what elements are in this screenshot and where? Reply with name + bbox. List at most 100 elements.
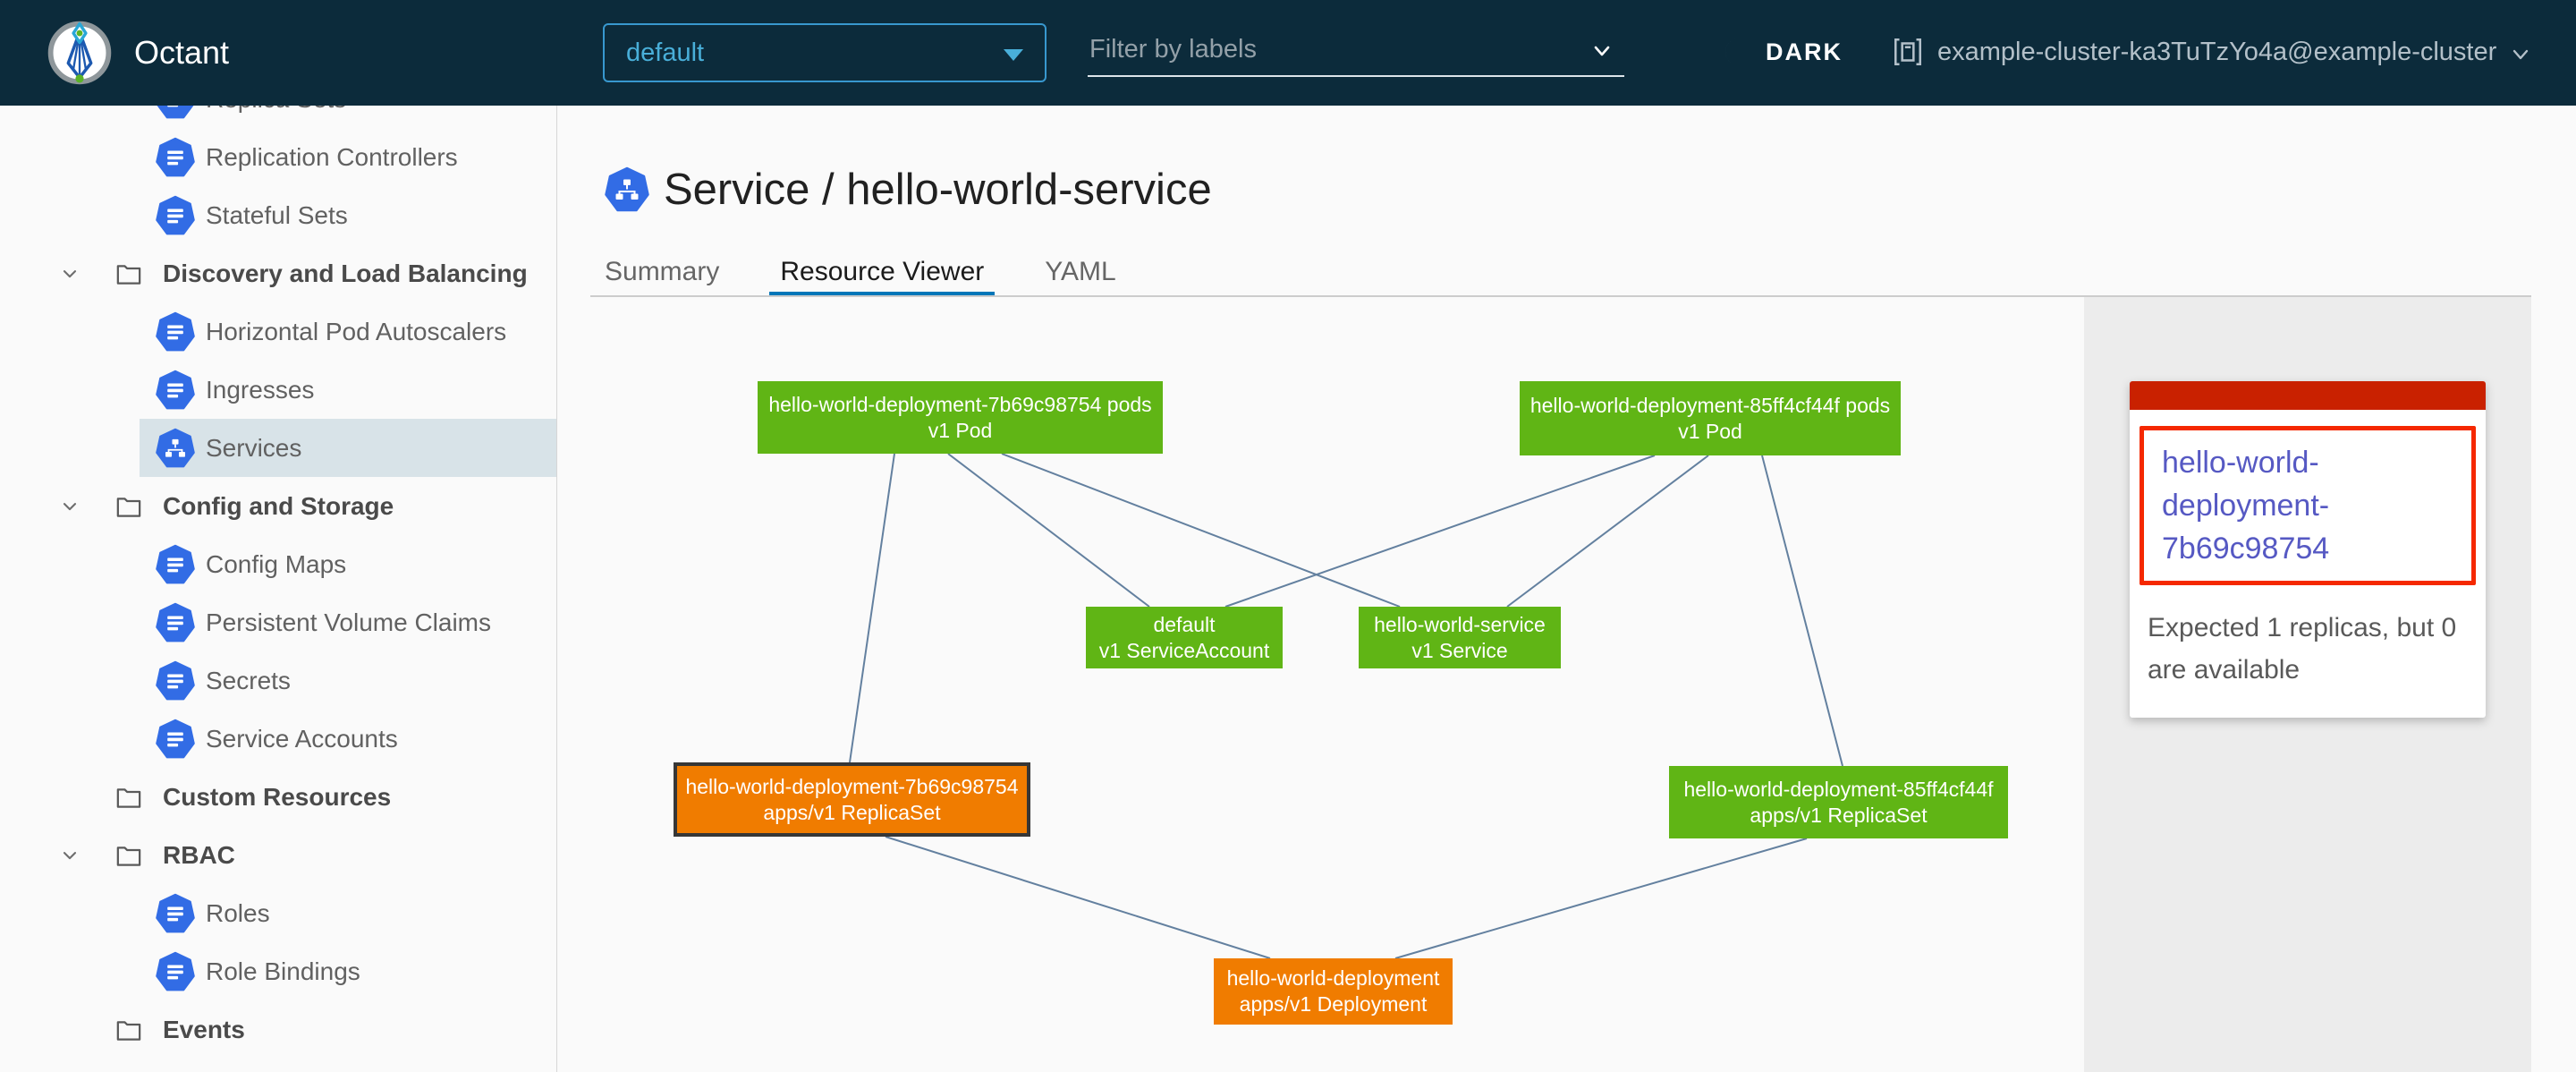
sidebar-group-label: RBAC [163,841,235,870]
secrets-icon [156,660,195,702]
node-title: hello-world-deployment [1214,966,1453,991]
replica-sets-icon [156,106,195,120]
sidebar-item-roles[interactable]: Roles [0,884,556,942]
sidebar-group-label: Discovery and Load Balancing [163,259,528,288]
roles-icon [156,893,195,934]
sidebar-item-persistent-volume-claims[interactable]: Persistent Volume Claims [0,593,556,651]
sidebar-nav-list: Replica Sets Replication Controllers State… [0,106,556,1059]
cluster-icon [1891,35,1925,69]
cluster-name: example-cluster-ka3TuTzYo4a@example-clus… [1937,38,2496,67]
sidebar-group-label: Events [163,1016,245,1044]
stateful-sets-icon [156,195,195,236]
sidebar-item-events[interactable]: Events [0,1000,556,1059]
chevron-down-icon [2509,43,2532,66]
navigation-sidebar: Replica Sets Replication Controllers State… [0,106,557,1072]
chevron-spacer [59,1019,80,1041]
caret-down-icon [1004,49,1023,61]
graph-edge [1395,838,1807,958]
chevron-down-icon[interactable] [59,263,80,285]
graph-edge [1762,455,1843,766]
sidebar-item-secrets[interactable]: Secrets [0,651,556,710]
folder-icon [114,842,143,869]
config-maps-icon [156,544,195,585]
node-subtitle: apps/v1 ReplicaSet [1669,803,2008,829]
graph-node-replicaset-7b69c98754[interactable]: hello-world-deployment-7b69c98754apps/v1… [674,762,1030,837]
graph-node-pod-7b69c98754[interactable]: hello-world-deployment-7b69c98754 podsv1… [758,381,1163,454]
sidebar-item-label: Stateful Sets [206,201,348,230]
sidebar-item-discovery-and-load-balancing[interactable]: Discovery and Load Balancing [0,244,556,302]
cluster-selector[interactable]: example-cluster-ka3TuTzYo4a@example-clus… [1891,27,2532,77]
sidebar-item-label: Horizontal Pod Autoscalers [206,318,506,346]
folder-icon [114,784,143,811]
replication-controllers-icon [156,137,195,178]
app-header: Octant default Filter by labels DARK exa… [0,0,2576,106]
sidebar-item-replica-sets[interactable]: Replica Sets [0,106,556,128]
role-bindings-icon [156,951,195,992]
services-icon [156,428,195,469]
graph-edge [948,454,1149,607]
sidebar-item-label: Config Maps [206,550,346,579]
selected-node-box: hello-world-deployment-7b69c98754 [2140,426,2476,585]
sidebar-item-config-maps[interactable]: Config Maps [0,535,556,593]
filter-placeholder: Filter by labels [1089,25,1257,73]
octant-logo-icon [47,20,113,86]
graph-edge [1225,455,1655,607]
node-title: hello-world-deployment-85ff4cf44f pods [1520,393,1901,419]
chevron-down-icon[interactable] [59,845,80,866]
selected-node-link[interactable]: hello-world-deployment-7b69c98754 [2162,441,2453,570]
namespace-value: default [626,25,704,81]
sidebar-item-rbac[interactable]: RBAC [0,826,556,884]
node-subtitle: v1 Pod [1520,419,1901,445]
sidebar-item-label: Ingresses [206,376,314,404]
sidebar-item-label: Persistent Volume Claims [206,608,491,637]
sidebar-item-label: Secrets [206,667,291,695]
graph-node-service-hello-world[interactable]: hello-world-servicev1 Service [1359,607,1561,668]
sidebar-item-label: Services [206,434,301,463]
app-title: Octant [134,34,229,72]
node-subtitle: apps/v1 Deployment [1214,991,1453,1017]
node-title: hello-world-deployment-7b69c98754 [677,774,1027,800]
sidebar-item-services[interactable]: Services [0,419,556,477]
sidebar-item-replication-controllers[interactable]: Replication Controllers [0,128,556,186]
graph-node-replicaset-85ff4cf44f[interactable]: hello-world-deployment-85ff4cf44fapps/v1… [1669,766,2008,838]
sidebar-item-ingresses[interactable]: Ingresses [0,361,556,419]
sidebar-group-label: Config and Storage [163,492,394,521]
node-subtitle: v1 Pod [758,418,1163,444]
graph-node-deployment-hello-world[interactable]: hello-world-deploymentapps/v1 Deployment [1214,958,1453,1025]
main-content: Service / hello-world-service SummaryRes… [558,106,2576,1072]
node-title: hello-world-service [1359,612,1561,638]
sidebar-item-config-and-storage[interactable]: Config and Storage [0,477,556,535]
sidebar-item-stateful-sets[interactable]: Stateful Sets [0,186,556,244]
sidebar-item-label: Role Bindings [206,957,360,986]
node-title: default [1086,612,1283,638]
service-accounts-icon [156,719,195,760]
chevron-down-icon[interactable] [1589,38,1615,64]
chevron-down-icon[interactable] [59,496,80,517]
folder-icon [114,1017,143,1043]
node-subtitle: v1 ServiceAccount [1086,638,1283,664]
dark-theme-toggle[interactable]: DARK [1719,27,1843,77]
sidebar-item-label: Replication Controllers [206,143,458,172]
graph-node-serviceaccount-default[interactable]: defaultv1 ServiceAccount [1086,607,1283,668]
detail-side-panel: hello-world-deployment-7b69c98754 Expect… [2084,297,2531,1072]
node-title: hello-world-deployment-85ff4cf44f [1669,777,2008,803]
graph-edge [1002,454,1400,607]
moon-icon [1719,36,1751,68]
horizontal-pod-autoscalers-icon [156,311,195,353]
graph-edge [850,454,894,762]
filter-by-labels-input[interactable]: Filter by labels [1088,25,1624,77]
node-title: hello-world-deployment-7b69c98754 pods [758,392,1163,418]
graph-edge [886,837,1270,958]
sidebar-item-label: Replica Sets [206,106,346,114]
dark-label: DARK [1766,38,1843,66]
alert-card: hello-world-deployment-7b69c98754 Expect… [2130,381,2486,718]
sidebar-item-horizontal-pod-autoscalers[interactable]: Horizontal Pod Autoscalers [0,302,556,361]
graph-node-pod-85ff4cf44f[interactable]: hello-world-deployment-85ff4cf44f podsv1… [1520,381,1901,455]
sidebar-item-role-bindings[interactable]: Role Bindings [0,942,556,1000]
sidebar-item-service-accounts[interactable]: Service Accounts [0,710,556,768]
persistent-volume-claims-icon [156,602,195,643]
sidebar-item-custom-resources[interactable]: Custom Resources [0,768,556,826]
node-subtitle: apps/v1 ReplicaSet [677,800,1027,826]
namespace-selector[interactable]: default [603,23,1046,82]
node-subtitle: v1 Service [1359,638,1561,664]
